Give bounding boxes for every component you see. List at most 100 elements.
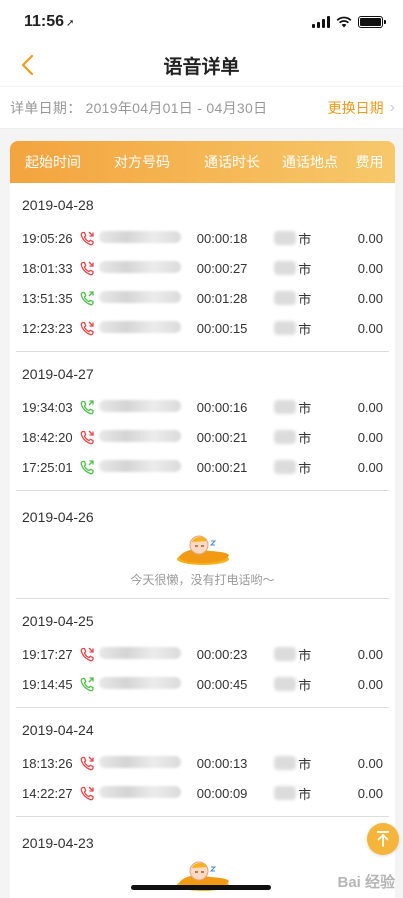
back-button[interactable] <box>14 52 40 78</box>
call-type <box>80 290 100 306</box>
call-duration: 00:00:21 <box>196 459 248 475</box>
call-location: 市 <box>274 784 357 803</box>
call-row[interactable]: 18:42:20 00:00:21 市 0.00 <box>16 422 389 452</box>
call-row[interactable]: 19:14:45 00:00:45 市 0.00 <box>16 669 389 699</box>
call-number <box>99 646 196 662</box>
redacted-number <box>99 230 182 243</box>
call-city: 市 <box>298 756 312 772</box>
back-to-top-button[interactable] <box>367 823 399 855</box>
date-range-value: 2019年04月01日 - 04月30日 <box>85 99 268 116</box>
call-type <box>80 399 100 415</box>
call-duration: 00:00:21 <box>196 429 248 445</box>
call-time: 19:17:27 <box>22 646 73 662</box>
call-fee: 0.00 <box>357 399 383 415</box>
change-date-button[interactable]: 更换日期 › <box>328 98 395 118</box>
call-number <box>99 230 196 246</box>
call-location: 市 <box>274 289 357 308</box>
redacted-city <box>274 677 297 691</box>
chevron-right-icon: › <box>389 98 395 116</box>
call-number <box>99 320 196 336</box>
call-row[interactable]: 19:05:26 00:00:18 市 0.00 <box>16 223 389 253</box>
call-time: 18:01:33 <box>22 260 73 276</box>
call-row[interactable]: 17:25:01 00:00:21 市 0.00 <box>16 452 389 482</box>
empty-text: 今天很懒，没有打电话哟～ <box>130 573 275 587</box>
redacted-number <box>99 260 182 273</box>
call-duration: 00:00:15 <box>196 320 248 336</box>
call-type <box>80 756 100 771</box>
call-fee: 0.00 <box>357 646 383 662</box>
call-duration: 00:01:28 <box>196 290 248 306</box>
call-row[interactable]: 18:01:33 00:00:27 市 0.00 <box>16 253 389 283</box>
redacted-city <box>274 261 297 275</box>
location-arrow-icon: ➚ <box>66 18 75 29</box>
missed-call-icon <box>80 756 94 770</box>
redacted-number <box>99 429 182 442</box>
day-date: 2019-04-27 <box>22 366 94 382</box>
header-number: 对方号码 <box>114 154 170 170</box>
call-duration: 00:00:45 <box>196 676 248 692</box>
redacted-number <box>99 646 182 659</box>
redacted-number <box>99 676 182 689</box>
call-type <box>80 786 100 801</box>
call-row[interactable]: 13:51:35 00:01:28 市 0.00 <box>16 283 389 313</box>
call-city: 市 <box>298 291 312 307</box>
battery-icon <box>358 16 386 28</box>
day-date: 2019-04-24 <box>22 722 94 738</box>
outgoing-call-icon <box>80 459 94 474</box>
missed-call-icon <box>80 231 94 245</box>
call-location: 市 <box>274 754 357 773</box>
call-duration: 00:00:23 <box>196 646 248 662</box>
call-number <box>99 399 196 415</box>
call-city: 市 <box>298 460 312 476</box>
day-group: 2019-04-27 19:34:03 00:00:16 市 0.00 18:42:20 0… <box>16 352 389 491</box>
call-row[interactable]: 19:34:03 00:00:16 市 0.00 <box>16 392 389 422</box>
call-type <box>80 231 100 246</box>
call-number <box>99 676 196 692</box>
day-date: 2019-04-23 <box>22 835 94 851</box>
call-fee: 0.00 <box>357 260 383 276</box>
wifi-icon <box>336 16 352 28</box>
date-range: 详单日期： 2019年04月01日 - 04月30日 <box>10 98 267 118</box>
call-fee: 0.00 <box>357 755 383 771</box>
call-time: 19:14:45 <box>22 676 73 692</box>
redacted-city <box>274 321 297 335</box>
call-number <box>99 785 196 801</box>
day-list[interactable]: 2019-04-28 19:05:26 00:00:18 市 0.00 18:01:33 0… <box>10 183 395 898</box>
header-location: 通话地点 <box>282 154 338 170</box>
call-row[interactable]: 18:13:26 00:00:13 市 0.00 <box>16 748 389 778</box>
call-type <box>80 261 100 276</box>
header-duration: 通话时长 <box>204 154 260 170</box>
call-location: 市 <box>274 319 357 338</box>
redacted-city <box>274 430 297 444</box>
redacted-city <box>274 756 297 770</box>
call-location: 市 <box>274 229 357 248</box>
empty-state: 今天很懒，没有打电话哟～ <box>16 527 389 598</box>
call-city: 市 <box>298 786 312 802</box>
date-range-label: 详单日期： <box>10 99 82 116</box>
table-header: 起始时间 对方号码 通话时长 通话地点 费用 <box>10 141 395 183</box>
call-city: 市 <box>298 677 312 693</box>
call-city: 市 <box>298 321 312 337</box>
call-rows: 19:17:27 00:00:23 市 0.00 19:14:45 00:00:45 市 0.… <box>16 631 389 707</box>
redacted-number <box>99 459 182 472</box>
call-time: 19:05:26 <box>22 230 73 246</box>
change-date-label: 更换日期 <box>327 99 384 116</box>
header-fee: 费用 <box>355 154 384 170</box>
call-duration: 00:00:18 <box>196 230 248 246</box>
redacted-city <box>274 291 297 305</box>
missed-call-icon <box>80 321 94 335</box>
call-row[interactable]: 12:23:23 00:00:15 市 0.00 <box>16 313 389 343</box>
status-bar: 11:56 ➚ <box>0 0 403 44</box>
redacted-number <box>99 785 182 798</box>
header-start-time: 起始时间 <box>25 154 81 170</box>
outgoing-call-icon <box>80 290 94 305</box>
call-row[interactable]: 19:17:27 00:00:23 市 0.00 <box>16 639 389 669</box>
call-time: 18:42:20 <box>22 429 73 445</box>
missed-call-icon <box>80 786 94 800</box>
day-group: 2019-04-24 18:13:26 00:00:13 市 0.00 14:22:27 0… <box>16 708 389 817</box>
call-location: 市 <box>274 398 357 417</box>
call-time: 17:25:01 <box>22 459 73 475</box>
call-fee: 0.00 <box>357 459 383 475</box>
redacted-number <box>99 290 182 303</box>
call-row[interactable]: 14:22:27 00:00:09 市 0.00 <box>16 778 389 808</box>
